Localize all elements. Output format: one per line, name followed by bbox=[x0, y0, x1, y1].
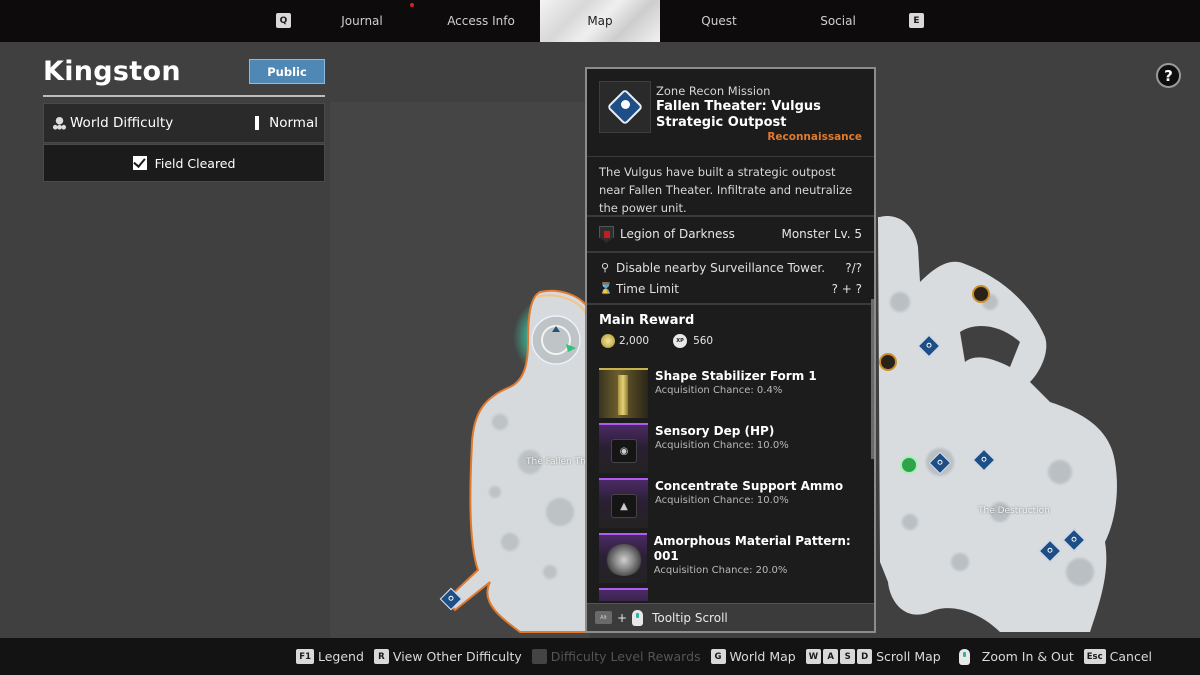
map-screen: Q Journal Access Info Map Quest Social E bbox=[0, 0, 1200, 675]
partial-item-icon bbox=[599, 588, 648, 601]
faction-name: Legion of Darkness bbox=[620, 227, 735, 241]
mission-tag: Reconnaissance bbox=[767, 131, 862, 143]
top-nav: Q Journal Access Info Map Quest Social E bbox=[0, 0, 1200, 42]
tab-access-info[interactable]: Access Info bbox=[421, 0, 541, 42]
tooltip-header: Zone Recon Mission Fallen Theater: Vulgu… bbox=[587, 69, 874, 157]
reward-list[interactable]: Shape Stabilizer Form 1 Acquisition Chan… bbox=[587, 368, 874, 601]
reward-item[interactable]: Shape Stabilizer Form 1 Acquisition Chan… bbox=[587, 368, 874, 423]
checkbox-checked-icon[interactable] bbox=[132, 156, 147, 170]
monster-level: Monster Lv. 5 bbox=[781, 227, 862, 241]
key-disabled bbox=[531, 649, 547, 664]
ammo-chip-icon: ▲ bbox=[599, 478, 648, 528]
key-d: D bbox=[857, 649, 873, 664]
gold-coin-icon bbox=[601, 334, 615, 348]
tab-quest[interactable]: Quest bbox=[659, 0, 779, 42]
key-g: G bbox=[710, 649, 726, 664]
reward-item[interactable]: Amorphous Material Pattern: 001 Acquisit… bbox=[587, 533, 874, 588]
objectives: ⚲ Disable nearby Surveillance Tower. ?/?… bbox=[587, 253, 874, 305]
hint-bar: F1 Legend R View Other Difficulty Diffic… bbox=[0, 638, 1200, 675]
tooltip-scrollbar[interactable] bbox=[871, 299, 874, 459]
field-cleared-toggle[interactable]: Field Cleared bbox=[43, 144, 325, 182]
objective-row: ⚲ Disable nearby Surveillance Tower. ?/? bbox=[600, 260, 862, 275]
stabilizer-icon bbox=[599, 368, 648, 418]
help-button[interactable]: ? bbox=[1156, 63, 1181, 88]
hint-view-other-difficulty[interactable]: R View Other Difficulty bbox=[373, 649, 522, 664]
tab-social[interactable]: Social bbox=[778, 0, 898, 42]
amorphous-material-icon bbox=[599, 533, 647, 583]
next-tab-key[interactable]: E bbox=[909, 13, 924, 28]
world-difficulty-icon bbox=[52, 116, 67, 130]
special-operation-marker[interactable] bbox=[972, 285, 990, 303]
mission-tooltip: Zone Recon Mission Fallen Theater: Vulgu… bbox=[585, 67, 876, 633]
world-difficulty-row[interactable]: World Difficulty Normal bbox=[43, 103, 325, 143]
hint-cancel[interactable]: Esc Cancel bbox=[1083, 649, 1152, 664]
reward-item[interactable]: ▲ Concentrate Support Ammo Acquisition C… bbox=[587, 478, 874, 533]
hint-world-map[interactable]: G World Map bbox=[710, 649, 796, 664]
mission-name: Fallen Theater: Vulgus Strategic Outpost bbox=[656, 99, 821, 130]
public-button[interactable]: Public bbox=[249, 59, 325, 84]
legion-of-darkness-icon bbox=[599, 225, 614, 243]
key-esc: Esc bbox=[1083, 649, 1106, 664]
tab-map[interactable]: Map bbox=[540, 0, 660, 42]
gold-amount: 2,000 bbox=[619, 335, 650, 347]
hint-scroll-map[interactable]: W A S D Scroll Map bbox=[805, 649, 941, 664]
objective-progress: ?/? bbox=[845, 260, 862, 275]
tooltip-scroll-label: Tooltip Scroll bbox=[652, 610, 728, 625]
time-limit-value: ? + ? bbox=[831, 281, 862, 296]
waypoint-marker[interactable] bbox=[900, 456, 918, 474]
xp-icon: XP bbox=[673, 334, 688, 348]
hourglass-icon: ⌛ bbox=[599, 282, 613, 295]
mouse-wheel-icon bbox=[632, 609, 644, 626]
special-operation-marker[interactable] bbox=[879, 353, 897, 371]
xp-amount: 560 bbox=[693, 335, 714, 347]
key-r: R bbox=[373, 649, 389, 664]
mission-description: The Vulgus have built a strategic outpos… bbox=[587, 157, 874, 217]
map-label-the-destruction: The Destruction bbox=[978, 506, 1050, 516]
reward-item[interactable]: ◉ Sensory Dep (HP) Acquisition Chance: 1… bbox=[587, 423, 874, 478]
prev-tab-key[interactable]: Q bbox=[276, 13, 291, 28]
key-w: W bbox=[805, 649, 822, 664]
world-difficulty-value: Normal bbox=[269, 115, 318, 131]
key-s: S bbox=[840, 649, 856, 664]
faction-row: Legion of Darkness Monster Lv. 5 bbox=[587, 217, 874, 253]
alt-key: Alt bbox=[595, 611, 612, 624]
mission-type: Zone Recon Mission bbox=[656, 84, 771, 98]
outpost-location[interactable] bbox=[531, 315, 581, 365]
surveillance-tower-icon: ⚲ bbox=[600, 261, 610, 274]
hint-legend[interactable]: F1 Legend bbox=[296, 649, 364, 664]
plus-sign: + bbox=[617, 610, 628, 625]
module-chip-icon: ◉ bbox=[599, 423, 648, 473]
tab-journal[interactable]: Journal bbox=[302, 0, 422, 42]
region-title: Kingston bbox=[43, 56, 181, 87]
main-reward-title: Main Reward bbox=[599, 313, 695, 328]
divider bbox=[43, 95, 325, 97]
reward-item-partial[interactable] bbox=[587, 588, 874, 601]
hint-difficulty-level-rewards: Difficulty Level Rewards bbox=[531, 649, 701, 664]
tooltip-footer: Alt + Tooltip Scroll bbox=[587, 603, 874, 631]
key-f1: F1 bbox=[296, 649, 314, 664]
mouse-wheel-icon bbox=[958, 648, 970, 665]
hint-zoom[interactable]: Zoom In & Out bbox=[951, 648, 1074, 665]
objective-row: ⌛ Time Limit ? + ? bbox=[599, 281, 862, 296]
key-a: A bbox=[823, 649, 839, 664]
recon-mission-icon bbox=[599, 81, 651, 133]
notification-dot bbox=[410, 3, 414, 7]
difficulty-indicator bbox=[255, 116, 260, 130]
field-cleared-label: Field Cleared bbox=[154, 155, 236, 171]
currency-rewards: 2,000 XP 560 bbox=[587, 328, 874, 352]
world-difficulty-label: World Difficulty bbox=[70, 115, 174, 131]
